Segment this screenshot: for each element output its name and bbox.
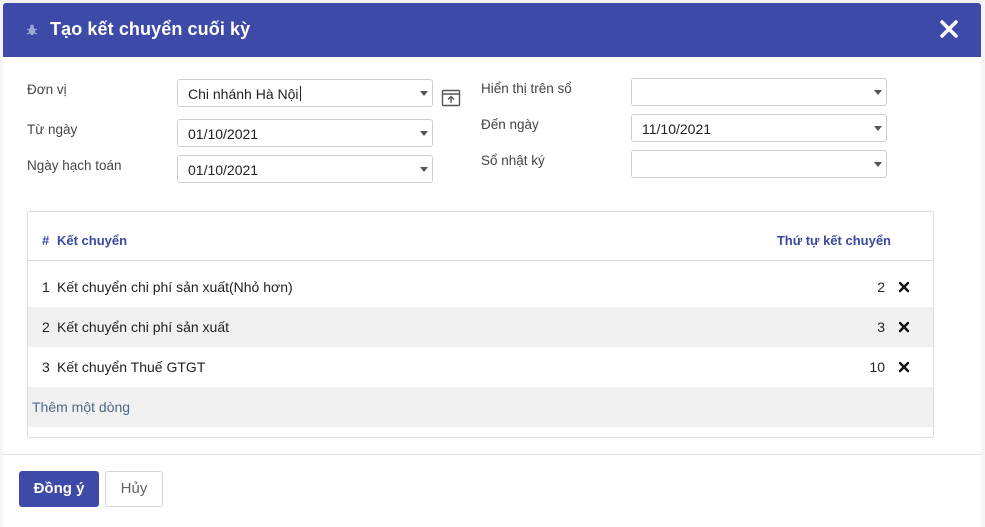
column-header-ket-chuyen[interactable]: Kết chuyển [57,233,127,248]
delete-x-icon[interactable] [897,280,911,294]
don-vi-select[interactable]: Chi nhánh Hà Nội [177,79,433,107]
tu-ngay-select[interactable]: 01/10/2021 [177,119,433,147]
column-header-number: # [42,233,50,248]
text-cursor [299,86,301,101]
footer-divider [3,454,981,455]
den-ngay-select[interactable]: 11/10/2021 [631,114,887,142]
row-order: 3 [877,319,885,335]
ngay-hach-toan-label: Ngày hạch toán [27,158,122,173]
modal-header: Tạo kết chuyển cuối kỳ [3,3,981,57]
ket-chuyen-table: # Kết chuyển Thứ tự kết chuyển 1 Kết chu… [27,211,934,438]
cancel-button[interactable]: Hủy [105,471,163,507]
don-vi-value: Chi nhánh Hà Nội [188,86,299,102]
row-number: 1 [42,279,50,295]
table-header: # Kết chuyển Thứ tự kết chuyển [28,212,933,261]
row-name: Kết chuyển chi phí sản xuất [57,319,229,335]
den-ngay-value: 11/10/2021 [642,121,712,137]
column-header-thu-tu[interactable]: Thứ tự kết chuyển [777,233,891,248]
chevron-down-icon [420,131,428,136]
chevron-down-icon [874,90,882,95]
table-row[interactable]: 1 Kết chuyển chi phí sản xuất(Nhỏ hơn) 2 [28,267,933,307]
row-name: Kết chuyển chi phí sản xuất(Nhỏ hơn) [57,279,293,295]
ngay-hach-toan-value: 01/10/2021 [188,162,259,178]
add-row-area: Thêm một dòng [28,387,933,427]
background-app-right [981,0,985,527]
modal-dialog: Tạo kết chuyển cuối kỳ Đơn vị Chi nhánh … [3,3,981,527]
open-external-icon[interactable] [441,88,461,108]
row-order: 10 [869,359,885,375]
chevron-down-icon [420,167,428,172]
ngay-hach-toan-select[interactable]: 01/10/2021 [177,155,433,183]
den-ngay-label: Đến ngày [481,117,539,132]
row-order: 2 [877,279,885,295]
table-row[interactable]: 3 Kết chuyển Thuế GTGT 10 [28,347,933,387]
hien-thi-select[interactable] [631,78,887,106]
ok-button[interactable]: Đồng ý [19,471,99,507]
hien-thi-label: Hiển thị trên sổ [481,81,572,96]
bug-icon [26,24,38,35]
chevron-down-icon [420,91,428,96]
dialog-title: Tạo kết chuyển cuối kỳ [50,19,251,39]
chevron-down-icon [874,126,882,131]
row-number: 3 [42,359,50,375]
tu-ngay-label: Từ ngày [27,122,78,137]
don-vi-label: Đơn vị [27,82,67,97]
row-number: 2 [42,319,50,335]
delete-x-icon[interactable] [897,320,911,334]
close-icon[interactable] [937,17,961,41]
add-row-link[interactable]: Thêm một dòng [32,399,130,415]
table-row[interactable]: 2 Kết chuyển chi phí sản xuất 3 [28,307,933,347]
chevron-down-icon [874,162,882,167]
tu-ngay-value: 01/10/2021 [188,126,259,142]
delete-x-icon[interactable] [897,360,911,374]
so-nhat-ky-select[interactable] [631,150,887,178]
row-name: Kết chuyển Thuế GTGT [57,359,206,375]
so-nhat-ky-label: Sổ nhật ký [481,153,545,168]
